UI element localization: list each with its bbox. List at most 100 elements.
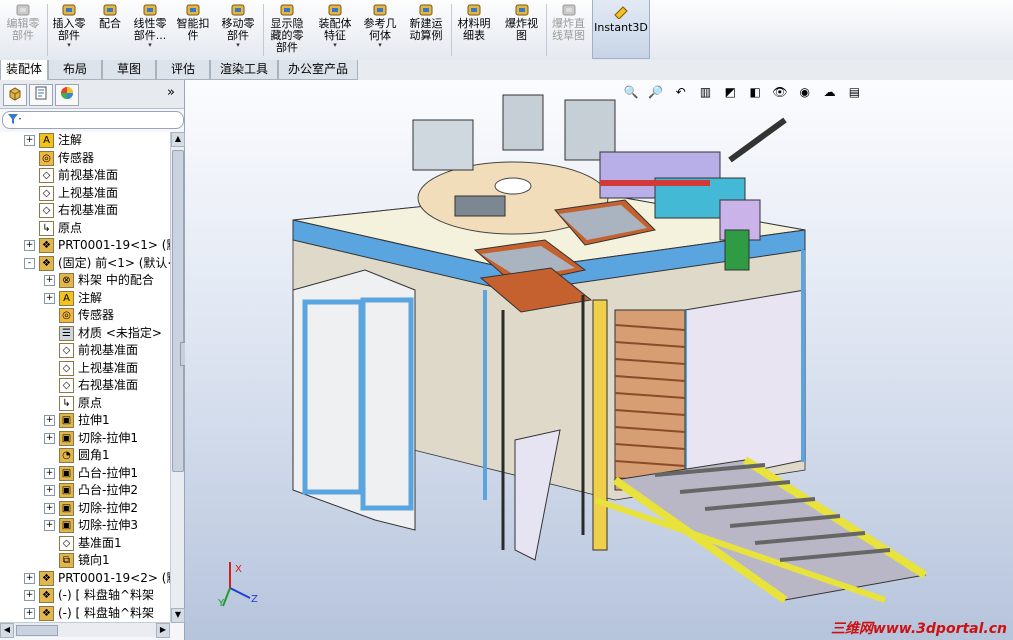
subassembly-icon: ❖ (39, 605, 54, 621)
ribbon-button-label: 显示隐 藏的零 部件 (270, 17, 304, 54)
ribbon-button-label: 参考几 何体 (363, 17, 397, 42)
tree-node[interactable]: ◇ 前视基准面 (24, 167, 118, 184)
ribbon-button-mate[interactable]: 配合 (92, 0, 128, 58)
tree-horizontal-scrollbar[interactable]: ◀ ▶ (0, 622, 170, 638)
expand-icon[interactable]: + (44, 292, 55, 304)
tree-node[interactable]: + ▣ 凸台-拉伸2 (44, 482, 138, 499)
scroll-up-icon[interactable]: ▲ (171, 132, 185, 147)
tree-node[interactable]: ☰ 材质 <未指定> (44, 325, 162, 342)
tree-vertical-scrollbar[interactable]: ▲ ▼ (170, 132, 185, 623)
ribbon-button-linear-pattern[interactable]: 线性零 部件... ▾ (128, 0, 172, 58)
expand-icon[interactable]: + (44, 415, 55, 426)
expand-icon[interactable]: + (44, 467, 55, 479)
expand-icon[interactable]: + (44, 275, 55, 286)
ribbon-button-explode-line[interactable]: 爆炸直 线草图 (545, 0, 592, 58)
tree-node-label: 凸台-拉伸1 (78, 465, 138, 480)
tree-node[interactable]: + ❖ (-) [ 料盘轴^料架 (24, 587, 154, 604)
tree-node[interactable]: + ❖ PRT0001-19<1> (默认 (24, 237, 170, 254)
ribbon-button-assembly-feature[interactable]: 装配体 特征 ▾ (312, 0, 358, 58)
tab-layout[interactable]: 布局 (48, 60, 102, 80)
ribbon-button-label: 线性零 部件... (133, 17, 167, 42)
dropdown-arrow-icon[interactable]: ▾ (312, 42, 358, 49)
tab-assembly[interactable]: 装配体 (0, 60, 48, 81)
tree-node[interactable]: + ▣ 切除-拉伸2 (44, 500, 138, 517)
tree-node[interactable]: ◇ 上视基准面 (44, 360, 138, 377)
tree-node[interactable]: ◔ 圆角1 (44, 447, 110, 464)
ribbon-button-move-component[interactable]: 移动零 部件 ▾ (214, 0, 262, 58)
tree-node[interactable]: + ▣ 拉伸1 (44, 412, 110, 429)
tree-node[interactable]: ◎ 传感器 (24, 150, 94, 167)
ribbon-button-motion-study[interactable]: 新建运 动算例 (402, 0, 450, 58)
tree-node[interactable]: ◇ 右视基准面 (24, 202, 118, 219)
tree-node[interactable]: + A 注解 (44, 290, 102, 307)
tree-node[interactable]: ↳ 原点 (24, 220, 82, 237)
tree-node[interactable]: + ▣ 切除-拉伸3 (44, 517, 138, 534)
collapse-icon[interactable]: - (24, 257, 35, 269)
scroll-thumb[interactable] (172, 150, 184, 472)
origin-icon: ↳ (59, 395, 74, 411)
tree-node[interactable]: ◇ 基准面1 (44, 535, 122, 552)
ribbon-button-edit-component[interactable]: 编辑零 部件 (0, 0, 46, 58)
tree-node[interactable]: + ❖ PRT0001-19<2> (默认 (24, 570, 170, 587)
dropdown-arrow-icon[interactable]: ▾ (46, 42, 92, 49)
tree-node-label: 上视基准面 (78, 360, 139, 375)
feature-manager-tab-icon[interactable] (3, 84, 27, 106)
plane-icon: ◇ (59, 378, 74, 393)
expand-icon[interactable]: + (44, 502, 55, 514)
appearance-tab-icon[interactable] (55, 84, 79, 106)
dropdown-arrow-icon[interactable]: ▾ (128, 42, 172, 49)
scroll-right-icon[interactable]: ▶ (156, 623, 170, 638)
fillet-icon: ◔ (59, 448, 74, 463)
tab-evaluate[interactable]: 评估 (156, 60, 210, 80)
dropdown-arrow-icon[interactable]: ▾ (358, 42, 402, 49)
tree-node[interactable]: ◎ 传感器 (44, 307, 114, 324)
ribbon-button-insert-component[interactable]: 插入零 部件 ▾ (46, 0, 92, 58)
expand-icon[interactable]: + (24, 135, 35, 146)
tree-node[interactable]: + ▣ 凸台-拉伸1 (44, 465, 138, 482)
tree-node[interactable]: ⧉ 镜向1 (44, 552, 110, 569)
panel-expand-button[interactable]: » (167, 85, 175, 100)
ribbon-button-explode-view[interactable]: 爆炸视 图 (498, 0, 545, 58)
tree-node[interactable]: + ▣ 切除-拉伸1 (44, 430, 138, 447)
tree-node[interactable]: + ⊗ 料架 中的配合 (44, 272, 154, 289)
hscroll-thumb[interactable] (16, 625, 58, 636)
scroll-down-icon[interactable]: ▼ (171, 608, 185, 623)
tree-node[interactable]: - ❖ (固定) 前<1> (默认< (24, 255, 170, 272)
ribbon-button-smart-fastener[interactable]: 智能扣 件 (172, 0, 214, 58)
instant3d-highlight[interactable]: Instant3D (592, 0, 650, 59)
ribbon-button-bom[interactable]: 材料明 细表 (450, 0, 498, 58)
filter-box[interactable] (2, 111, 184, 129)
expand-icon[interactable]: + (24, 590, 35, 601)
tree-node[interactable]: ◇ 右视基准面 (44, 377, 138, 394)
filter-icon[interactable] (7, 112, 23, 129)
tree-node-label: (-) [ 料盘轴^料架 (58, 588, 155, 602)
linear-pattern-icon (142, 3, 158, 17)
ribbon-button-reference-geometry[interactable]: 参考几 何体 ▾ (358, 0, 402, 58)
expand-icon[interactable]: + (44, 485, 55, 496)
tree-node-label: 圆角1 (78, 448, 110, 462)
triad-x-label: X (235, 564, 242, 575)
expand-icon[interactable]: + (44, 520, 55, 531)
subassembly-icon: ❖ (39, 255, 54, 271)
tree-node-label: (固定) 前<1> (默认< (58, 255, 170, 270)
tree-node[interactable]: ◇ 前视基准面 (44, 342, 138, 359)
expand-icon[interactable]: + (44, 432, 55, 444)
property-manager-tab-icon[interactable] (29, 84, 53, 106)
ribbon-button-show-hidden[interactable]: 显示隐 藏的零 部件 (262, 0, 312, 58)
tree-node[interactable]: ↳ 原点 (44, 395, 102, 412)
tab-office-products[interactable]: 办公室产品 (278, 60, 358, 80)
tree-node[interactable]: ◇ 上视基准面 (24, 185, 118, 202)
tree-node[interactable]: + ❖ (-) [ 料盘轴^料架 (24, 605, 154, 622)
expand-icon[interactable]: + (24, 240, 35, 251)
tab-render-tools[interactable]: 渲染工具 (210, 60, 278, 80)
graphics-area[interactable]: 🔍 🔎 ↶ ▥ ◩ ◧ 👁 ◉ ☁ ▤ X Y Z 三维网www.3dporta… (185, 80, 1013, 640)
tree-node[interactable]: + A 注解 (24, 132, 82, 149)
assembly-model: X Y Z (217, 94, 928, 609)
expand-icon[interactable]: + (24, 607, 35, 619)
dropdown-arrow-icon[interactable]: ▾ (214, 42, 262, 49)
tree-node-label: 右视基准面 (58, 203, 119, 217)
expand-icon[interactable]: + (24, 572, 35, 584)
panel-tabs: » (0, 80, 184, 109)
scroll-left-icon[interactable]: ◀ (0, 623, 14, 638)
tab-sketch[interactable]: 草图 (102, 60, 156, 80)
